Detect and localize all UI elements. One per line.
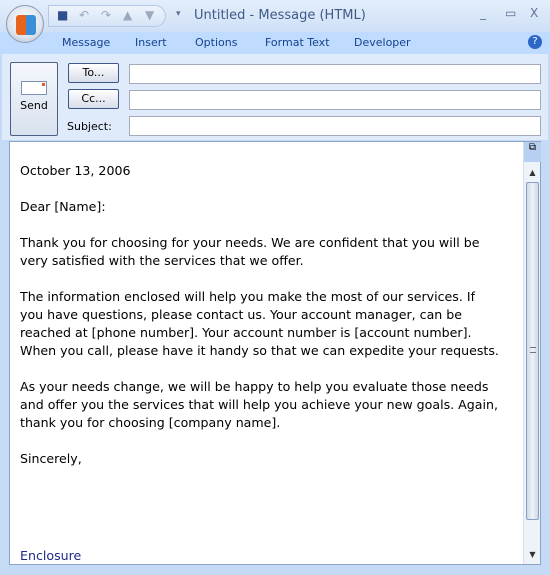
paragraph: Thank you for choosing for your needs. W…	[20, 235, 480, 268]
close-button[interactable]: X	[530, 6, 538, 20]
tab-message[interactable]: Message	[62, 36, 110, 49]
quick-access-toolbar: ■ ↶ ↷ ▲ ▼	[48, 5, 166, 27]
minimize-button[interactable]: _	[480, 6, 486, 20]
previous-item-icon[interactable]: ▲	[123, 8, 132, 22]
scroll-down-icon[interactable]: ▼	[524, 550, 541, 559]
tab-developer[interactable]: Developer	[354, 36, 411, 49]
next-item-icon[interactable]: ▼	[145, 8, 154, 22]
ruler-toggle-icon[interactable]: ⧉	[524, 142, 541, 162]
paragraph: As your needs change, we will be happy t…	[20, 379, 498, 430]
vertical-scrollbar[interactable]: ⧉ ▲ ▼	[523, 142, 541, 564]
message-header: Send To... Cc... Subject:	[2, 54, 548, 140]
maximize-button[interactable]: ▭	[505, 6, 516, 20]
closing: Sincerely,	[20, 451, 82, 466]
cc-field[interactable]	[129, 90, 541, 110]
to-field[interactable]	[129, 64, 541, 84]
tab-options[interactable]: Options	[195, 36, 237, 49]
salutation: Dear [Name]:	[20, 199, 106, 214]
scroll-up-icon[interactable]: ▲	[524, 168, 541, 177]
enclosure-line: Enclosure	[20, 548, 82, 563]
save-icon[interactable]: ■	[57, 8, 68, 22]
office-logo-icon	[16, 15, 36, 35]
to-button[interactable]: To...	[68, 63, 119, 83]
office-button[interactable]	[6, 5, 44, 43]
tab-format-text[interactable]: Format Text	[265, 36, 330, 49]
body-text: October 13, 2006 Dear [Name]: Thank you …	[20, 162, 500, 486]
tab-insert[interactable]: Insert	[135, 36, 167, 49]
help-icon[interactable]: ?	[528, 35, 542, 49]
send-button[interactable]: Send	[10, 62, 58, 136]
message-body[interactable]: October 13, 2006 Dear [Name]: Thank you …	[9, 141, 541, 565]
window-title: Untitled - Message (HTML)	[194, 8, 366, 23]
undo-icon[interactable]: ↶	[79, 8, 89, 22]
title-bar: ■ ↶ ↷ ▲ ▼ ▾ Untitled - Message (HTML) _ …	[0, 0, 550, 43]
ribbon-tabs: Message Insert Options Format Text Devel…	[0, 32, 550, 54]
subject-field[interactable]	[129, 116, 541, 136]
send-label: Send	[20, 99, 48, 112]
customize-toolbar-icon[interactable]: ▾	[176, 9, 181, 19]
redo-icon[interactable]: ↷	[101, 8, 111, 22]
cc-button[interactable]: Cc...	[68, 89, 119, 109]
envelope-icon	[21, 81, 47, 95]
date-line: October 13, 2006	[20, 163, 131, 178]
subject-label: Subject:	[67, 120, 112, 133]
grip-icon	[530, 347, 536, 353]
scroll-thumb[interactable]	[526, 182, 539, 520]
paragraph: The information enclosed will help you m…	[20, 289, 499, 358]
